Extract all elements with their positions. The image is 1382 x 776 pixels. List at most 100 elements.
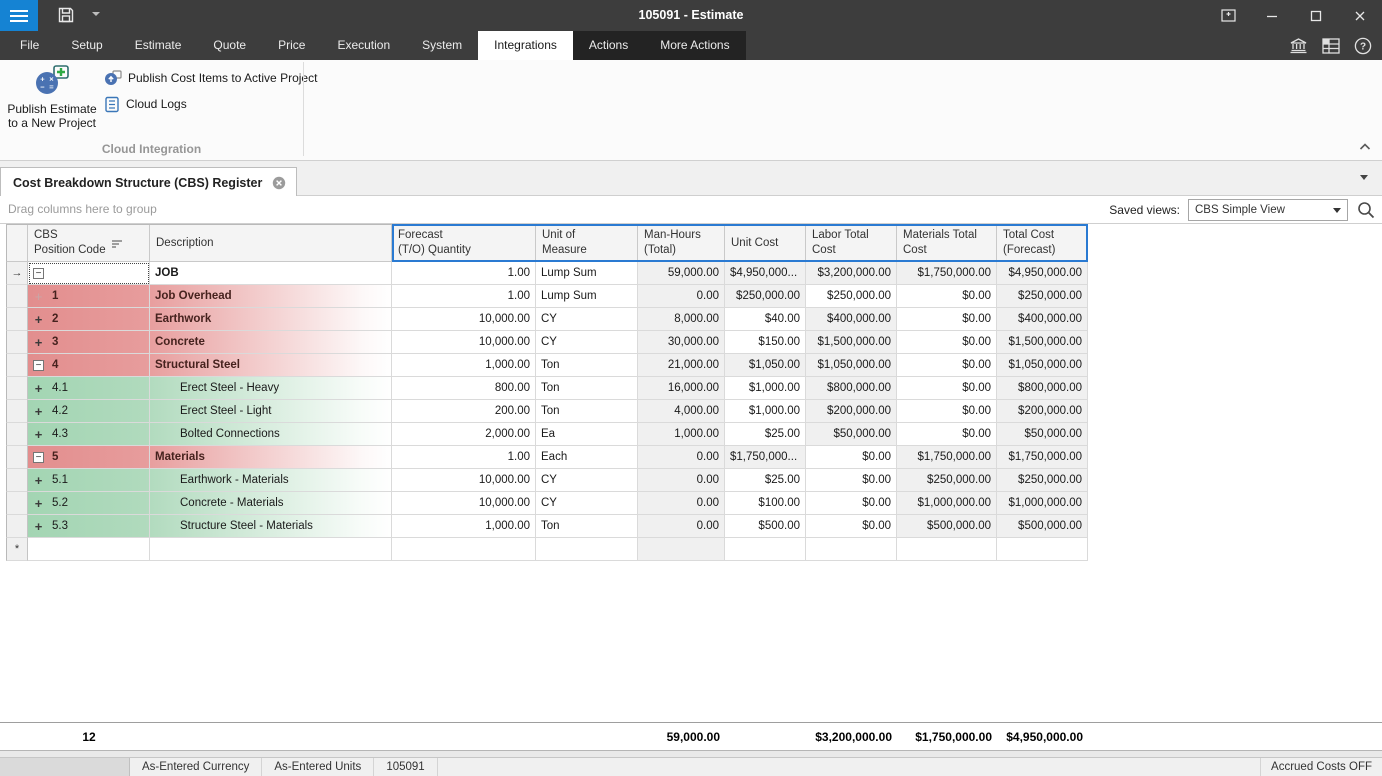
expand-icon[interactable]: +	[33, 475, 44, 486]
cell-forecast-quantity[interactable]: 200.00	[392, 400, 536, 423]
cell-unit-cost[interactable]: $250,000.00	[725, 285, 806, 308]
row-selector[interactable]	[6, 492, 28, 515]
cell-forecast-quantity[interactable]: 1.00	[392, 262, 536, 285]
cbs-row-5.1[interactable]: +5.1Earthwork - Materials10,000.00CY0.00…	[6, 469, 1088, 492]
cbs-row-2[interactable]: +2Earthwork10,000.00CY8,000.00$40.00$400…	[6, 308, 1088, 331]
menu-tab-integrations[interactable]: Integrations	[478, 31, 573, 60]
bank-icon[interactable]	[1289, 37, 1308, 54]
cell-man-hours[interactable]: 1,000.00	[638, 423, 725, 446]
cell-labor-total[interactable]: $1,500,000.00	[806, 331, 897, 354]
group-by-panel[interactable]: Drag columns here to group Saved views: …	[0, 196, 1382, 224]
cell-labor-total[interactable]: $200,000.00	[806, 400, 897, 423]
maximize-button[interactable]	[1294, 0, 1338, 31]
cell-position-code[interactable]: −	[28, 262, 150, 285]
header-forecast-quantity[interactable]: Forecast (T/O) Quantity	[392, 225, 536, 262]
cell-unit-of-measure[interactable]: Ton	[536, 515, 638, 538]
cell-materials-total[interactable]: $0.00	[897, 331, 997, 354]
cell-labor-total[interactable]: $250,000.00	[806, 285, 897, 308]
cell-man-hours[interactable]: 0.00	[638, 469, 725, 492]
cell-forecast-quantity[interactable]: 1.00	[392, 285, 536, 308]
cell-description[interactable]: Bolted Connections	[150, 423, 392, 446]
cell-total-cost[interactable]: $1,000,000.00	[997, 492, 1088, 515]
cell-man-hours[interactable]: 8,000.00	[638, 308, 725, 331]
header-description[interactable]: Description	[150, 225, 392, 262]
menu-tab-quote[interactable]: Quote	[197, 31, 262, 60]
cell-unit-cost[interactable]	[725, 538, 806, 561]
cell-total-cost[interactable]: $800,000.00	[997, 377, 1088, 400]
cell-unit-cost[interactable]: $150.00	[725, 331, 806, 354]
cell-man-hours[interactable]: 0.00	[638, 492, 725, 515]
expand-icon[interactable]: +	[33, 406, 44, 417]
cell-total-cost[interactable]: $1,050,000.00	[997, 354, 1088, 377]
cell-total-cost[interactable]: $4,950,000.00	[997, 262, 1088, 285]
cell-position-code[interactable]	[28, 538, 150, 561]
search-icon[interactable]	[1356, 200, 1376, 220]
cell-description[interactable]: Earthwork	[150, 308, 392, 331]
row-selector[interactable]	[6, 285, 28, 308]
cell-man-hours[interactable]: 30,000.00	[638, 331, 725, 354]
header-total-cost-forecast[interactable]: Total Cost (Forecast)	[997, 225, 1088, 262]
collapse-icon[interactable]: −	[33, 452, 44, 463]
cell-labor-total[interactable]	[806, 538, 897, 561]
header-materials-total-cost[interactable]: Materials Total Cost	[897, 225, 997, 262]
menu-tab-file[interactable]: File	[4, 31, 55, 60]
cell-materials-total[interactable]: $1,750,000.00	[897, 446, 997, 469]
cell-position-code[interactable]: +5.1	[28, 469, 150, 492]
cell-unit-of-measure[interactable]: CY	[536, 469, 638, 492]
cell-labor-total[interactable]: $1,050,000.00	[806, 354, 897, 377]
row-selector[interactable]	[6, 469, 28, 492]
cell-unit-cost[interactable]: $25.00	[725, 469, 806, 492]
cell-materials-total[interactable]: $0.00	[897, 423, 997, 446]
cbs-row-1[interactable]: +1Job Overhead1.00Lump Sum0.00$250,000.0…	[6, 285, 1088, 308]
cell-unit-cost[interactable]: $1,750,000...	[725, 446, 806, 469]
cell-man-hours[interactable]: 16,000.00	[638, 377, 725, 400]
grid-view-icon[interactable]	[1322, 38, 1340, 54]
ribbon-collapse-icon[interactable]	[1356, 140, 1374, 154]
cell-unit-cost[interactable]: $4,950,000...	[725, 262, 806, 285]
cell-total-cost[interactable]: $1,500,000.00	[997, 331, 1088, 354]
cell-unit-of-measure[interactable]: CY	[536, 331, 638, 354]
row-selector[interactable]	[6, 446, 28, 469]
cell-total-cost[interactable]: $500,000.00	[997, 515, 1088, 538]
expand-icon[interactable]: +	[33, 429, 44, 440]
cell-man-hours[interactable]: 0.00	[638, 446, 725, 469]
cell-description[interactable]: Structure Steel - Materials	[150, 515, 392, 538]
row-selector[interactable]	[6, 423, 28, 446]
cell-unit-cost[interactable]: $40.00	[725, 308, 806, 331]
qat-dropdown-icon[interactable]	[92, 12, 100, 16]
cell-unit-cost[interactable]: $1,050.00	[725, 354, 806, 377]
tab-close-icon[interactable]	[272, 176, 286, 190]
cell-total-cost[interactable]	[997, 538, 1088, 561]
cell-materials-total[interactable]: $1,000,000.00	[897, 492, 997, 515]
cell-forecast-quantity[interactable]: 1,000.00	[392, 515, 536, 538]
cell-unit-of-measure[interactable]: CY	[536, 308, 638, 331]
cell-unit-of-measure[interactable]: CY	[536, 492, 638, 515]
row-selector[interactable]	[6, 354, 28, 377]
cell-labor-total[interactable]: $0.00	[806, 515, 897, 538]
cell-labor-total[interactable]: $0.00	[806, 492, 897, 515]
header-labor-total-cost[interactable]: Labor Total Cost	[806, 225, 897, 262]
saved-views-select[interactable]: CBS Simple View	[1188, 199, 1348, 221]
cell-description[interactable]: Concrete - Materials	[150, 492, 392, 515]
cell-forecast-quantity[interactable]: 10,000.00	[392, 308, 536, 331]
cell-position-code[interactable]: −4	[28, 354, 150, 377]
cell-man-hours[interactable]: 59,000.00	[638, 262, 725, 285]
cell-position-code[interactable]: +4.3	[28, 423, 150, 446]
cell-forecast-quantity[interactable]: 10,000.00	[392, 331, 536, 354]
row-selector[interactable]	[6, 515, 28, 538]
cell-total-cost[interactable]: $1,750,000.00	[997, 446, 1088, 469]
expand-icon[interactable]: +	[33, 337, 44, 348]
cell-forecast-quantity[interactable]: 10,000.00	[392, 492, 536, 515]
expand-icon[interactable]: +	[33, 314, 44, 325]
cell-description[interactable]: Job Overhead	[150, 285, 392, 308]
cell-total-cost[interactable]: $200,000.00	[997, 400, 1088, 423]
close-button[interactable]	[1338, 0, 1382, 31]
cell-description[interactable]: Erect Steel - Heavy	[150, 377, 392, 400]
row-selector[interactable]	[6, 377, 28, 400]
row-selector[interactable]	[6, 308, 28, 331]
cell-position-code[interactable]: +4.2	[28, 400, 150, 423]
expand-icon[interactable]: +	[33, 498, 44, 509]
cell-forecast-quantity[interactable]: 800.00	[392, 377, 536, 400]
menu-tab-price[interactable]: Price	[262, 31, 321, 60]
cell-unit-of-measure[interactable]	[536, 538, 638, 561]
